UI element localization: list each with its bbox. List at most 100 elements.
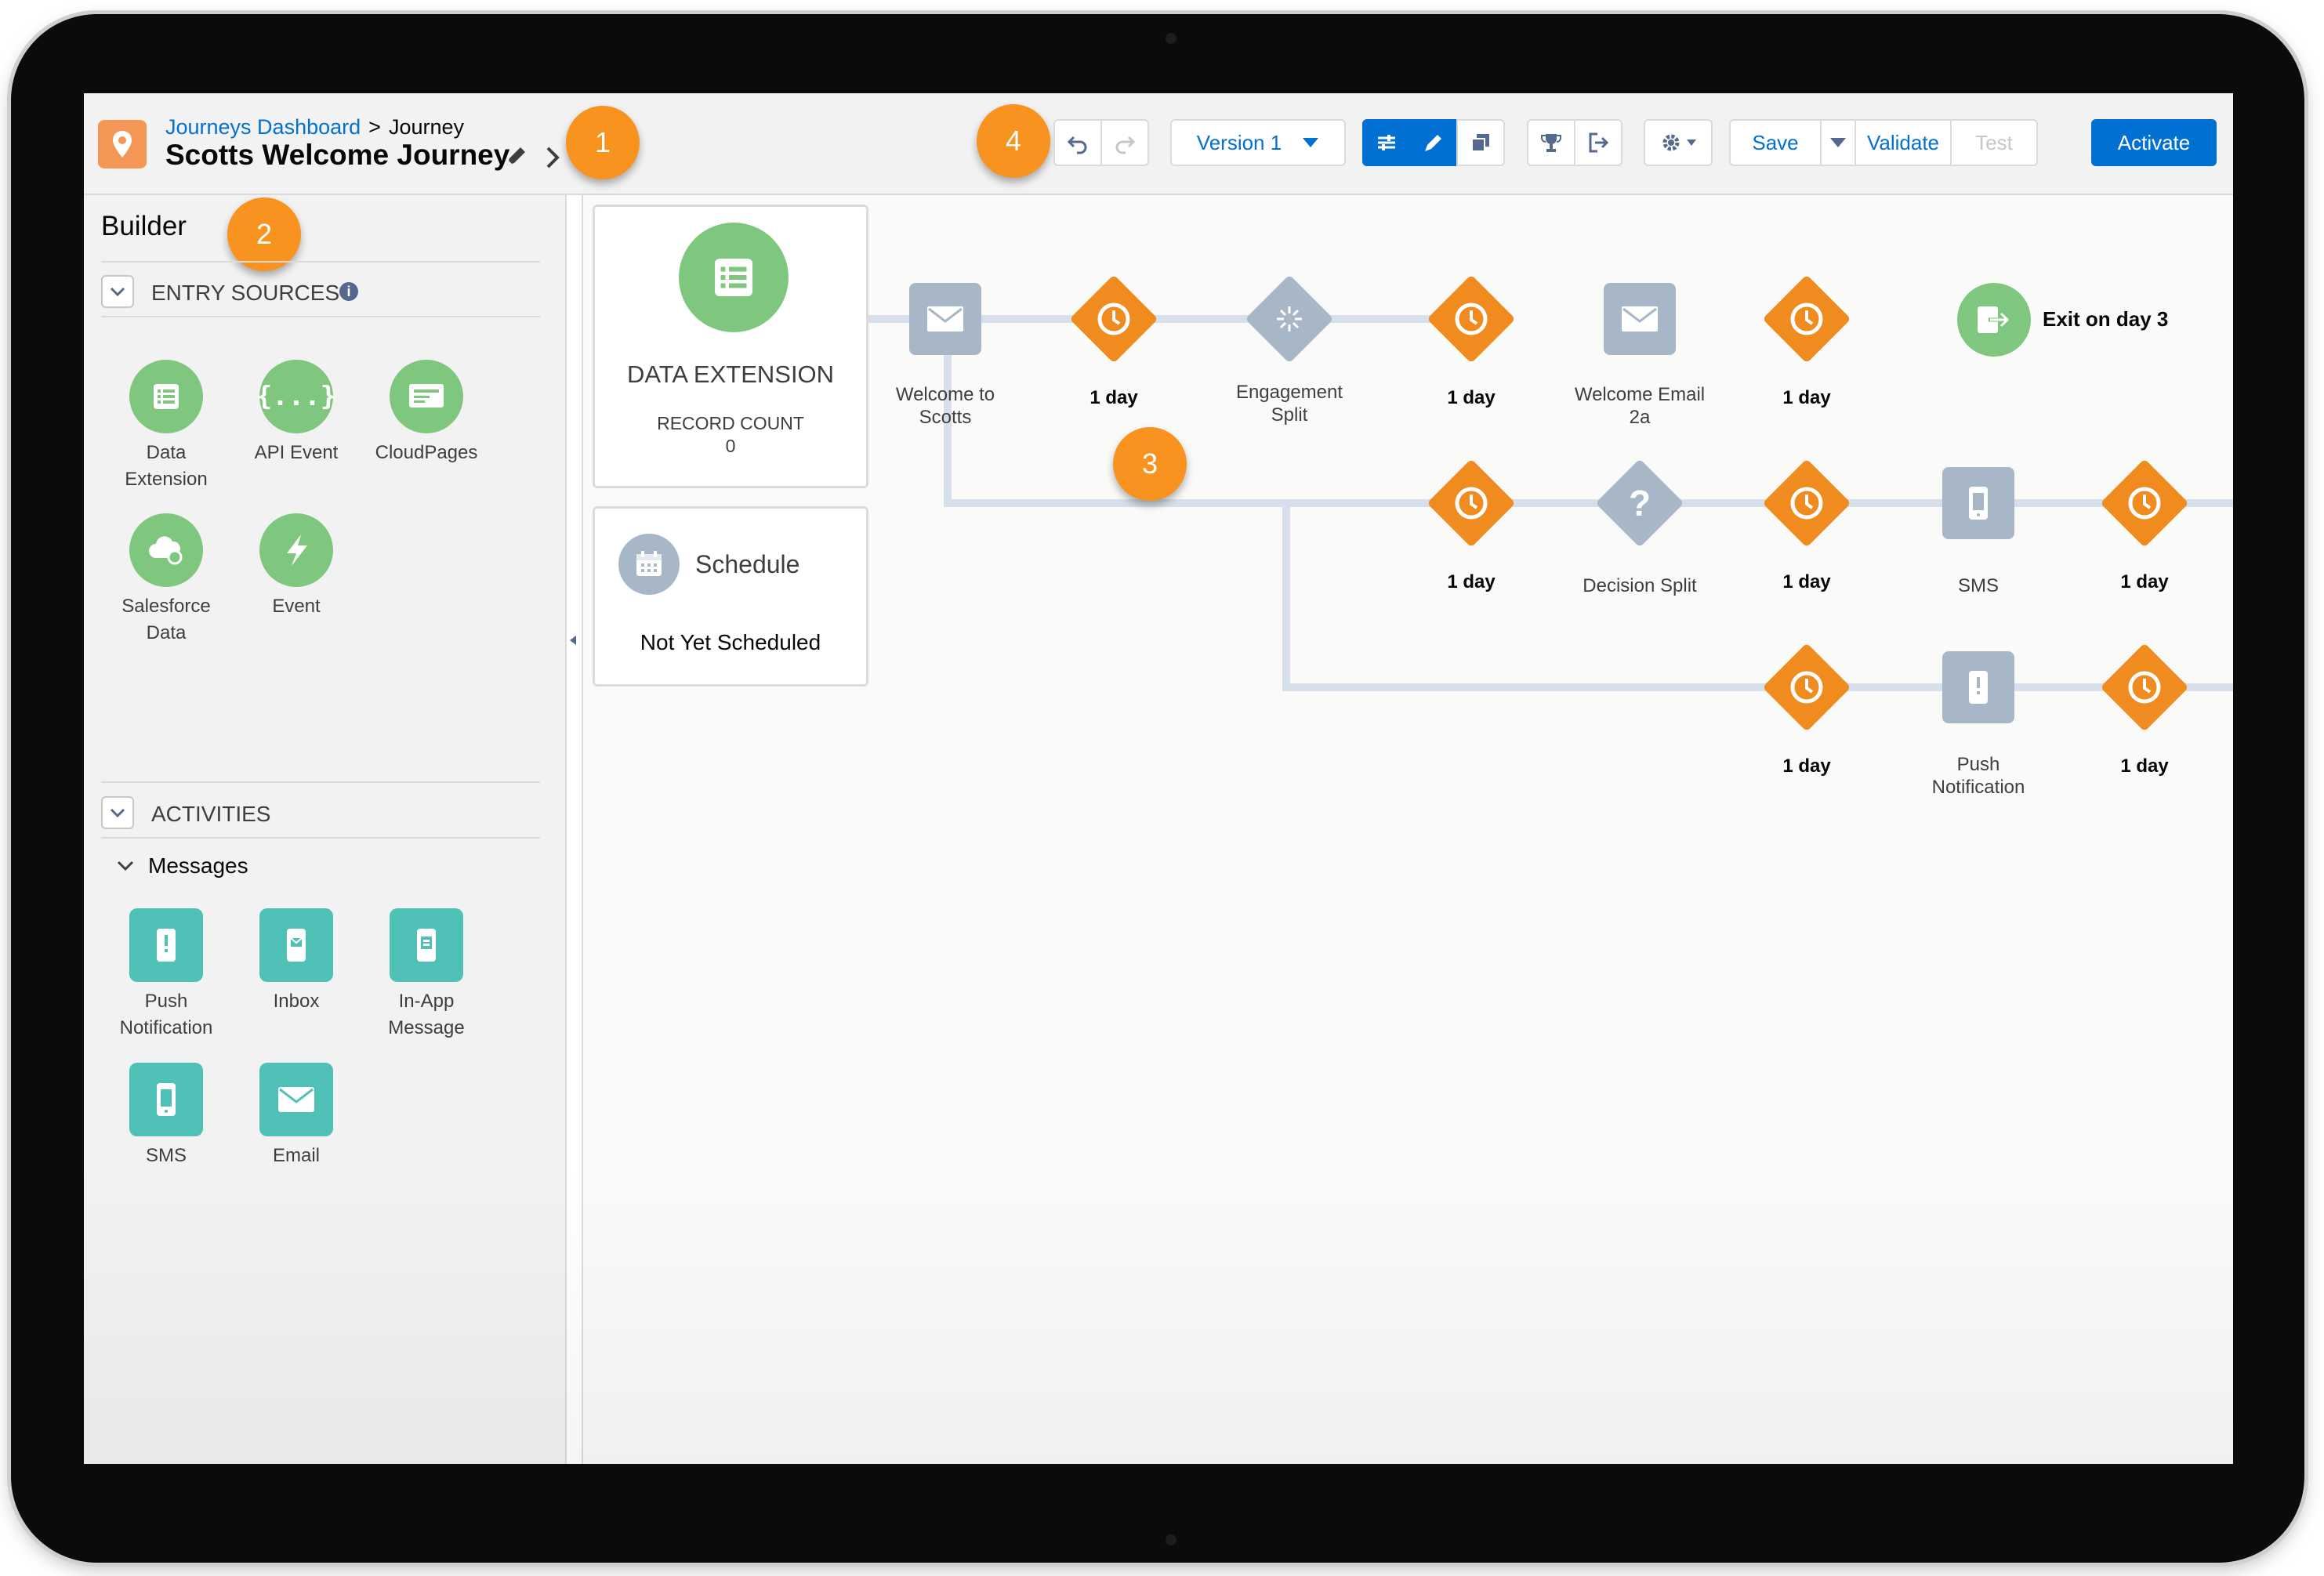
copy-icon bbox=[1471, 134, 1489, 152]
engagement-split-label: Engagement Split bbox=[1235, 382, 1343, 426]
activity-sms[interactable]: SMS bbox=[107, 1063, 225, 1169]
activity-inbox[interactable]: Inbox bbox=[237, 908, 355, 1015]
journey-canvas: DATA EXTENSION RECORD COUNT 0 Schedule N… bbox=[582, 195, 2233, 1464]
activity-label: Push bbox=[144, 991, 188, 1012]
activities-label: ACTIVITIES bbox=[151, 802, 271, 826]
entry-sources-label: ENTRY SOURCES bbox=[151, 281, 340, 305]
entry-source-salesforce-data[interactable]: Salesforce Data bbox=[107, 513, 225, 647]
clock-icon bbox=[1446, 478, 1496, 532]
exit-criteria-button[interactable] bbox=[1574, 119, 1622, 166]
journey-header: Journeys Dashboard > Journey Scotts Welcom… bbox=[84, 93, 2233, 195]
gear-icon bbox=[1662, 134, 1680, 151]
edit-name-pencil-icon[interactable] bbox=[504, 145, 528, 172]
home-sensor bbox=[1166, 1534, 1177, 1545]
entry-source-label: API Event bbox=[254, 442, 339, 463]
undo-icon bbox=[1067, 136, 1087, 154]
schedule-card[interactable]: Schedule Not Yet Scheduled bbox=[593, 506, 868, 687]
entry-source-label: Extension bbox=[125, 469, 208, 490]
activities-toggle[interactable] bbox=[101, 796, 134, 829]
journey-builder-app-icon bbox=[98, 120, 147, 168]
journey-title: Scotts Welcome Journey bbox=[165, 139, 510, 171]
data-extension-icon bbox=[679, 223, 789, 332]
click-burst-icon bbox=[1264, 294, 1314, 348]
journey-builder-screen: Journeys Dashboard > Journey Scotts Welcom… bbox=[84, 93, 2233, 1464]
save-options-button[interactable] bbox=[1820, 119, 1856, 166]
record-count-value: 0 bbox=[725, 436, 736, 456]
push-notification-icon bbox=[1969, 671, 1988, 704]
redo-icon bbox=[1115, 136, 1136, 154]
goal-button[interactable] bbox=[1527, 119, 1575, 166]
data-extension-icon bbox=[129, 360, 203, 433]
wait-duration-label: 1 day bbox=[1782, 387, 1831, 408]
activity-label: Inbox bbox=[273, 991, 320, 1012]
welcome-email-2a-node[interactable] bbox=[1604, 283, 1676, 355]
view-mode-button[interactable] bbox=[1456, 119, 1505, 166]
exit-icon bbox=[1978, 306, 2010, 333]
sms-icon bbox=[129, 1063, 203, 1136]
entry-source-event[interactable]: Event bbox=[237, 513, 355, 620]
chevron-down-icon bbox=[110, 287, 125, 297]
callout-badge-4: 4 bbox=[977, 104, 1050, 178]
clock-icon bbox=[2119, 478, 2170, 532]
clock-icon bbox=[1782, 294, 1832, 348]
schedule-status: Not Yet Scheduled bbox=[640, 630, 821, 654]
activity-in-app-message[interactable]: In-App Message bbox=[368, 908, 485, 1042]
entry-source-data-extension[interactable]: Data Extension bbox=[107, 360, 225, 493]
collapse-sidebar-handle[interactable] bbox=[568, 634, 578, 650]
breadcrumb-separator: > bbox=[368, 115, 381, 139]
chevron-down-icon bbox=[115, 856, 136, 880]
email-icon bbox=[927, 306, 963, 332]
event-icon bbox=[259, 513, 333, 587]
sms-label: SMS bbox=[1957, 575, 1999, 596]
activity-label: Notification bbox=[119, 1017, 213, 1038]
redo-button[interactable] bbox=[1100, 119, 1149, 166]
push-notification-icon bbox=[129, 908, 203, 982]
wait-duration-label: 1 day bbox=[1782, 755, 1831, 777]
messages-label: Messages bbox=[148, 853, 248, 878]
undo-button[interactable] bbox=[1053, 119, 1102, 166]
entry-source-cloudpages[interactable]: CloudPages bbox=[368, 360, 485, 466]
inbox-icon bbox=[259, 908, 333, 982]
version-select[interactable]: Version 1 bbox=[1170, 119, 1346, 166]
calendar-icon bbox=[618, 534, 680, 595]
decision-split-label: Decision Split bbox=[1583, 575, 1697, 596]
trophy-icon bbox=[1541, 134, 1561, 152]
activity-push-notification[interactable]: Push Notification bbox=[107, 908, 225, 1042]
sms-node[interactable] bbox=[1942, 467, 2014, 539]
push-notification-node[interactable] bbox=[1942, 651, 2014, 723]
entry-source-label: Data bbox=[146, 622, 187, 643]
pencil-icon bbox=[1425, 135, 1441, 151]
exit-node[interactable] bbox=[1957, 283, 2031, 357]
api-event-icon: {...} bbox=[256, 360, 336, 433]
info-icon[interactable]: i bbox=[339, 282, 358, 301]
entry-source-label: CloudPages bbox=[375, 442, 478, 463]
activate-button[interactable]: Activate bbox=[2091, 119, 2217, 166]
settings-sliders-button[interactable] bbox=[1362, 119, 1411, 166]
divider bbox=[101, 316, 540, 317]
entry-source-card[interactable]: DATA EXTENSION RECORD COUNT 0 bbox=[593, 205, 868, 488]
clock-icon bbox=[1446, 294, 1496, 348]
builder-palette: Builder 2 ENTRY SOURCES i Data Extension … bbox=[84, 195, 567, 1464]
entry-source-api-event[interactable]: {...} API Event bbox=[237, 360, 355, 466]
exit-label: Exit on day 3 bbox=[2043, 307, 2169, 331]
divider bbox=[101, 261, 540, 263]
test-button[interactable]: Test bbox=[1950, 119, 2038, 166]
save-button[interactable]: Save bbox=[1729, 119, 1822, 166]
entry-sources-toggle[interactable] bbox=[101, 275, 134, 308]
wait-duration-label: 1 day bbox=[2120, 755, 2169, 777]
breadcrumb: Journeys Dashboard > Journey bbox=[165, 115, 464, 139]
cloudpages-icon bbox=[390, 360, 463, 433]
activity-email[interactable]: Email bbox=[237, 1063, 355, 1169]
validate-button[interactable]: Validate bbox=[1854, 119, 1952, 166]
welcome-to-scotts-label: Welcome to Scotts bbox=[895, 384, 995, 428]
edit-mode-button[interactable] bbox=[1409, 119, 1458, 166]
sliders-icon bbox=[1378, 135, 1395, 150]
entry-card-title: DATA EXTENSION bbox=[626, 360, 835, 388]
journey-details-chevron-right-icon[interactable] bbox=[542, 145, 564, 174]
callout-badge-3: 3 bbox=[1113, 427, 1187, 501]
journey-settings-button[interactable] bbox=[1644, 119, 1713, 166]
divider bbox=[101, 781, 540, 783]
clock-icon bbox=[1782, 662, 1832, 716]
welcome-to-scotts-email-node[interactable] bbox=[909, 283, 981, 355]
breadcrumb-journeys-dashboard[interactable]: Journeys Dashboard bbox=[165, 115, 361, 139]
